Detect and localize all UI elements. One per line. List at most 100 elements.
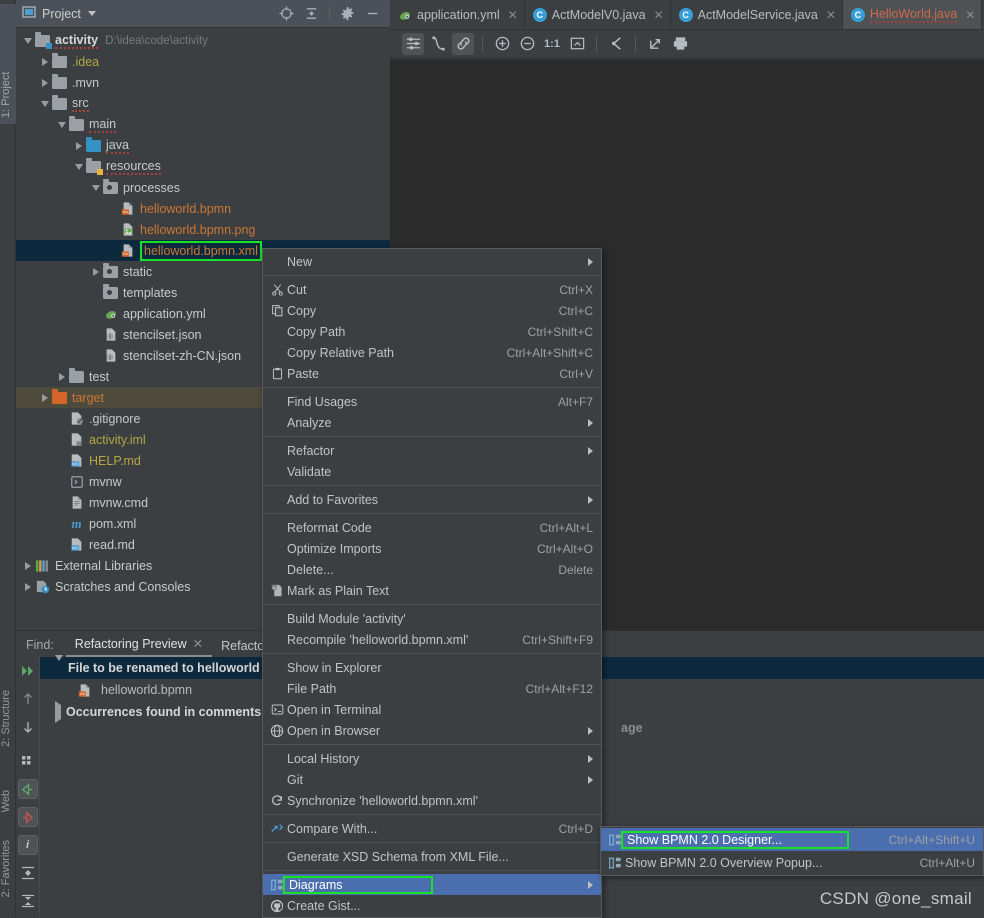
menu-item-new[interactable]: New (263, 251, 601, 272)
collapse-all-icon[interactable] (304, 6, 319, 21)
sidebar-button-project[interactable]: 1: Project (0, 4, 16, 124)
menu-item-synchronize-helloworld-bpmn-xml[interactable]: Synchronize 'helloworld.bpmn.xml' (263, 790, 601, 811)
link-icon[interactable] (452, 32, 474, 55)
gear-icon[interactable] (340, 6, 355, 21)
menu-item-shortcut: Ctrl+Alt+F12 (525, 681, 593, 696)
tree-node-helloworld-bpmn[interactable]: <> helloworld.bpmn (16, 198, 390, 219)
tree-node-helloworld-bpmn-png[interactable]: helloworld.bpmn.png (16, 219, 390, 240)
menu-item-show-in-explorer[interactable]: Show in Explorer (263, 657, 601, 678)
run-icon[interactable] (18, 661, 38, 681)
tree-node-label: java (106, 137, 129, 154)
zoom-in-icon[interactable] (491, 33, 513, 55)
tree-node-main[interactable]: main (16, 114, 390, 135)
editor-tab-actmodelv0-java[interactable]: C ActModelV0.java ✕ (525, 0, 671, 29)
editor-tab-actmodelservice-java[interactable]: C ActModelService.java ✕ (671, 0, 843, 29)
tab-refactoring-preview[interactable]: Refactoring Preview ✕ (65, 636, 213, 657)
menu-item-compare-with[interactable]: Compare With... Ctrl+D (263, 818, 601, 839)
collapse-all-icon[interactable] (18, 891, 38, 911)
chevron-down-icon[interactable] (73, 156, 85, 177)
menu-item-diagrams[interactable]: Diagrams (263, 874, 601, 895)
menu-item-build-module-activity[interactable]: Build Module 'activity' (263, 608, 601, 629)
menu-item-find-usages[interactable]: Find Usages Alt+F7 (263, 391, 601, 412)
menu-item-local-history[interactable]: Local History (263, 748, 601, 769)
context-menu[interactable]: New Cut Ctrl+X Copy Ctrl+C Copy Path Ctrl+Shif… (262, 248, 602, 918)
chevron-down-icon[interactable] (90, 177, 102, 198)
up-arrow-icon[interactable] (18, 689, 38, 709)
tree-node--mvn[interactable]: .mvn (16, 72, 390, 93)
group-icon[interactable] (18, 751, 38, 771)
menu-item-add-to-favorites[interactable]: Add to Favorites (263, 489, 601, 510)
settings-sliders-icon[interactable] (402, 32, 424, 55)
close-icon[interactable]: ✕ (654, 8, 664, 22)
print-icon[interactable] (669, 33, 691, 55)
menu-item-optimize-imports[interactable]: Optimize Imports Ctrl+Alt+O (263, 538, 601, 559)
menu-item-generate-xsd-schema-from-xml-file[interactable]: Generate XSD Schema from XML File... (263, 846, 601, 867)
chevron-down-icon[interactable] (56, 114, 68, 135)
diagrams-submenu[interactable]: Show BPMN 2.0 Designer... Ctrl+Alt+Shift+… (600, 826, 984, 876)
tree-node-processes[interactable]: processes (16, 177, 390, 198)
chevron-right-icon[interactable] (55, 701, 61, 723)
next-occurrence-icon[interactable] (17, 807, 38, 827)
chevron-down-icon[interactable] (22, 30, 34, 51)
chevron-right-icon[interactable] (56, 366, 68, 387)
menu-item-paste[interactable]: Paste Ctrl+V (263, 363, 601, 384)
chevron-right-icon[interactable] (22, 555, 34, 576)
menu-item-mark-as-plain-text[interactable]: x Mark as Plain Text (263, 580, 601, 601)
chevron-right-icon[interactable] (90, 261, 102, 282)
chevron-right-icon[interactable] (39, 72, 51, 93)
menu-item-create-gist[interactable]: Create Gist... (263, 895, 601, 916)
close-icon[interactable]: ✕ (965, 8, 975, 22)
sidebar-button-web[interactable]: Web (0, 790, 16, 812)
chevron-right-icon[interactable] (73, 135, 85, 156)
menu-item-delete[interactable]: Delete... Delete (263, 559, 601, 580)
menu-item-validate[interactable]: Validate (263, 461, 601, 482)
info-icon[interactable]: i (17, 835, 38, 855)
tree-node-activity[interactable]: activity D:\idea\code\activity (16, 30, 390, 51)
tree-node-resources[interactable]: resources (16, 156, 390, 177)
chevron-right-icon[interactable] (39, 51, 51, 72)
fit-content-icon[interactable] (566, 33, 588, 55)
close-icon[interactable]: ✕ (508, 8, 518, 22)
chevron-right-icon[interactable] (39, 387, 51, 408)
chevron-down-icon[interactable] (55, 655, 63, 675)
submenu-item-show-bpmn-2-0-designer[interactable]: Show BPMN 2.0 Designer... Ctrl+Alt+Shift+… (601, 828, 983, 851)
menu-item-refactor[interactable]: Refactor (263, 440, 601, 461)
menu-separator (263, 870, 601, 871)
editor-tab-application-yml[interactable]: application.yml ✕ (390, 0, 525, 29)
close-icon[interactable]: ✕ (193, 636, 203, 651)
chevron-right-icon[interactable] (22, 576, 34, 597)
tree-node--idea[interactable]: .idea (16, 51, 390, 72)
zoom-out-icon[interactable] (516, 33, 538, 55)
chevron-down-icon[interactable] (39, 93, 51, 114)
close-icon[interactable]: ✕ (826, 8, 836, 22)
menu-item-recompile-helloworld-bpmn-xml[interactable]: Recompile 'helloworld.bpmn.xml' Ctrl+Shif… (263, 629, 601, 650)
sidebar-button-structure[interactable]: 2: Structure (0, 690, 16, 747)
minimize-icon[interactable] (365, 6, 380, 21)
submenu-item-show-bpmn-2-0-overview-popup[interactable]: Show BPMN 2.0 Overview Popup... Ctrl+Alt+… (601, 851, 983, 874)
export-icon[interactable] (644, 33, 666, 55)
actual-size-icon[interactable]: 1:1 (541, 33, 563, 55)
layout-icon[interactable] (605, 33, 627, 55)
tree-node-java[interactable]: java (16, 135, 390, 156)
menu-item-open-in-terminal[interactable]: Open in Terminal (263, 699, 601, 720)
menu-item-reformat-code[interactable]: Reformat Code Ctrl+Alt+L (263, 517, 601, 538)
editor-tab-helloworld-java[interactable]: C HelloWorld.java ✕ (842, 0, 983, 29)
menu-item-open-in-browser[interactable]: Open in Browser (263, 720, 601, 741)
submenu-item-shortcut: Ctrl+Alt+U (919, 855, 975, 870)
menu-item-cut[interactable]: Cut Ctrl+X (263, 279, 601, 300)
locate-icon[interactable] (279, 6, 294, 21)
menu-item-analyze[interactable]: Analyze (263, 412, 601, 433)
menu-item-file-path[interactable]: File Path Ctrl+Alt+F12 (263, 678, 601, 699)
menu-item-copy-path[interactable]: Copy Path Ctrl+Shift+C (263, 321, 601, 342)
expand-all-icon[interactable] (18, 863, 38, 883)
menu-item-copy[interactable]: Copy Ctrl+C (263, 300, 601, 321)
down-arrow-icon[interactable] (18, 717, 38, 737)
menu-item-copy-relative-path[interactable]: Copy Relative Path Ctrl+Alt+Shift+C (263, 342, 601, 363)
menu-item-git[interactable]: Git (263, 769, 601, 790)
chevron-down-icon[interactable] (87, 11, 96, 16)
edge-style-icon[interactable] (427, 33, 449, 55)
sidebar-button-favorites[interactable]: 2: Favorites (0, 840, 16, 897)
previous-occurrence-icon[interactable] (17, 779, 38, 799)
tree-node-src[interactable]: src (16, 93, 390, 114)
